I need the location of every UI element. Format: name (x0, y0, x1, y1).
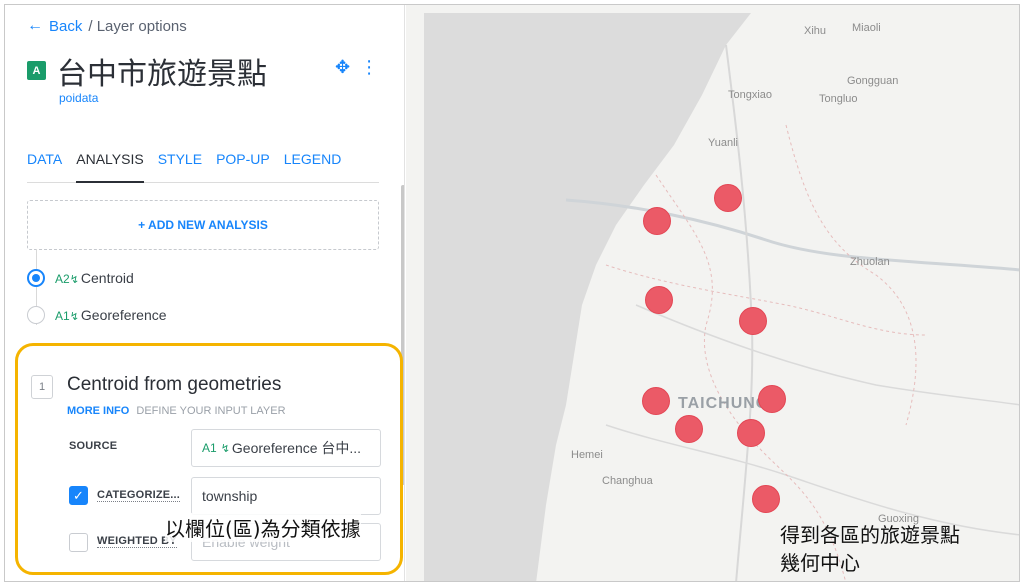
place-label: Tongluo (819, 93, 858, 105)
annotation-left: 以欄位(區)為分類依據 (165, 513, 361, 542)
poi-marker[interactable] (758, 385, 786, 413)
annotation-right-line1: 得到各區的旅遊景點 (780, 523, 960, 547)
analysis-step-a2[interactable]: A2↯ Centroid (27, 269, 134, 287)
place-label: Tongxiao (728, 89, 773, 101)
bolt-icon: ↯ (69, 274, 79, 286)
sea-area (424, 13, 751, 581)
layer-options-panel: ← Back / Layer options A 台中市旅遊景點 ✥ ⋮ poi… (5, 5, 405, 581)
bolt-icon: ↯ (69, 311, 79, 323)
place-label: Gongguan (847, 75, 899, 87)
tab-style[interactable]: STYLE (158, 147, 202, 183)
analysis-step-a1[interactable]: A1↯ Georeference (27, 306, 167, 324)
place-label: Changhua (602, 475, 653, 487)
tab-data[interactable]: DATA (27, 147, 62, 183)
map-basemap (424, 13, 1019, 581)
road-secondary (605, 424, 1019, 536)
place-label: Xihu (804, 25, 827, 37)
step-radio[interactable] (27, 306, 45, 324)
poi-marker[interactable] (645, 286, 673, 314)
poi-marker[interactable] (643, 207, 671, 235)
step-code: A2 (55, 272, 70, 286)
app-frame: ← Back / Layer options A 台中市旅遊景點 ✥ ⋮ poi… (4, 4, 1020, 582)
tab-analysis[interactable]: ANALYSIS (76, 147, 144, 183)
step-radio-selected[interactable] (27, 269, 45, 287)
poi-marker[interactable] (675, 415, 703, 443)
poi-marker[interactable] (737, 419, 765, 447)
step-code: A1 (55, 309, 70, 323)
layer-tabs: DATA ANALYSIS STYLE POP-UP LEGEND (27, 147, 379, 183)
step-label: Centroid (80, 270, 134, 286)
back-link[interactable]: ← Back / Layer options (27, 17, 187, 35)
place-label: Miaoli (852, 22, 881, 34)
place-label: Hemei (571, 449, 603, 461)
arrow-left-icon: ← (27, 17, 43, 34)
road-secondary (635, 304, 1019, 406)
tab-pop-up[interactable]: POP-UP (216, 147, 270, 183)
city-label: TAICHUNG (678, 395, 770, 412)
place-label: Yuanli (708, 137, 738, 149)
add-new-analysis-button[interactable]: + ADD NEW ANALYSIS (27, 200, 379, 250)
place-label: Zhuolan (850, 256, 890, 268)
annotation-right-line2: 幾何中心 (780, 551, 860, 575)
move-icon[interactable]: ✥ (335, 57, 350, 78)
step-label: Georeference (80, 307, 167, 323)
tab-legend[interactable]: LEGEND (284, 147, 342, 183)
district-boundary (785, 124, 917, 426)
poi-marker[interactable] (642, 387, 670, 415)
annotation-right: 得到各區的旅遊景點 幾何中心 (780, 521, 960, 577)
breadcrumb: / Layer options (88, 17, 187, 35)
river (565, 198, 1019, 272)
layer-letter-badge: A (27, 61, 46, 80)
poi-marker[interactable] (752, 485, 780, 513)
back-label[interactable]: Back (49, 18, 82, 35)
poi-marker[interactable] (714, 184, 742, 212)
layer-title[interactable]: 台中市旅遊景點 (57, 49, 267, 93)
map-view[interactable]: Xihu Miaoli Gongguan Tongxiao Tongluo Yu… (406, 5, 1019, 581)
layer-source-name[interactable]: poidata (59, 91, 98, 105)
poi-marker[interactable] (739, 307, 767, 335)
more-options-icon[interactable]: ⋮ (360, 57, 378, 78)
